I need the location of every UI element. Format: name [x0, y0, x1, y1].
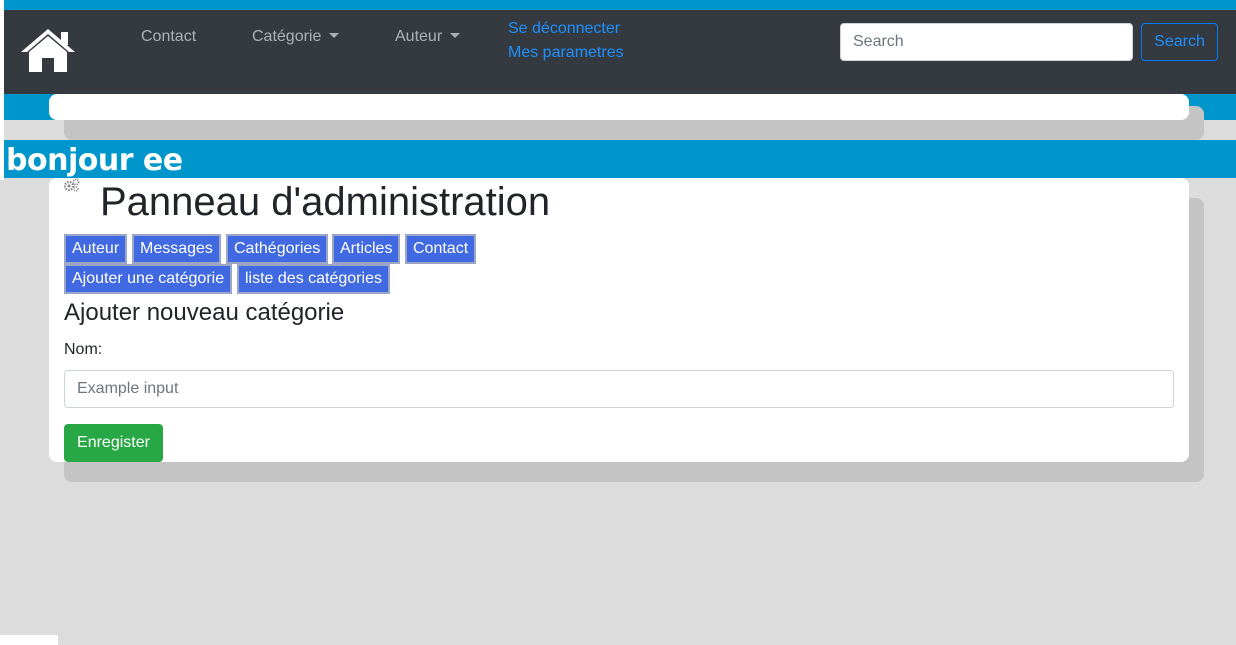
greeting-text: bonjour ee	[6, 143, 183, 178]
white-bar	[49, 94, 1189, 120]
section-title: Ajouter nouveau catégorie	[64, 299, 345, 326]
name-label: Nom:	[64, 341, 103, 358]
tab-auteur[interactable]: Auteur	[64, 234, 128, 264]
tab-categories[interactable]: Cathégories	[226, 234, 329, 264]
search-input[interactable]	[840, 23, 1133, 61]
save-button[interactable]: Enregister	[64, 424, 163, 462]
logout-link[interactable]: Se déconnecter	[508, 20, 620, 38]
panel-title: Panneau d'administration	[100, 180, 551, 224]
greeting-band: bonjour ee	[4, 140, 1236, 178]
top-accent-strip	[0, 0, 1236, 10]
gear-icon	[63, 178, 80, 192]
tab-messages[interactable]: Messages	[132, 234, 221, 264]
chevron-down-icon	[329, 33, 340, 38]
subtab-add-category[interactable]: Ajouter une catégorie	[64, 264, 233, 294]
nav-category-label: Catégorie	[252, 28, 322, 45]
search-button[interactable]: Search	[1141, 23, 1218, 61]
nav-author-label: Auteur	[395, 28, 443, 45]
settings-link[interactable]: Mes parametres	[508, 44, 624, 62]
nav-contact-link[interactable]: Contact	[141, 28, 196, 46]
chevron-down-icon	[450, 33, 461, 38]
name-input[interactable]	[64, 370, 1174, 408]
tab-contact[interactable]: Contact	[405, 234, 477, 264]
nav-author-dropdown[interactable]: Auteur	[395, 28, 461, 46]
admin-panel: Panneau d'administration Auteur Messages…	[49, 178, 1189, 462]
tab-articles[interactable]: Articles	[332, 234, 401, 264]
navbar: Contact Catégorie Auteur Se déconnecter …	[4, 10, 1236, 94]
home-icon[interactable]	[18, 26, 78, 74]
nav-category-dropdown[interactable]: Catégorie	[252, 28, 340, 46]
corner-block	[0, 635, 58, 645]
subtab-category-list[interactable]: liste des catégories	[237, 264, 390, 294]
